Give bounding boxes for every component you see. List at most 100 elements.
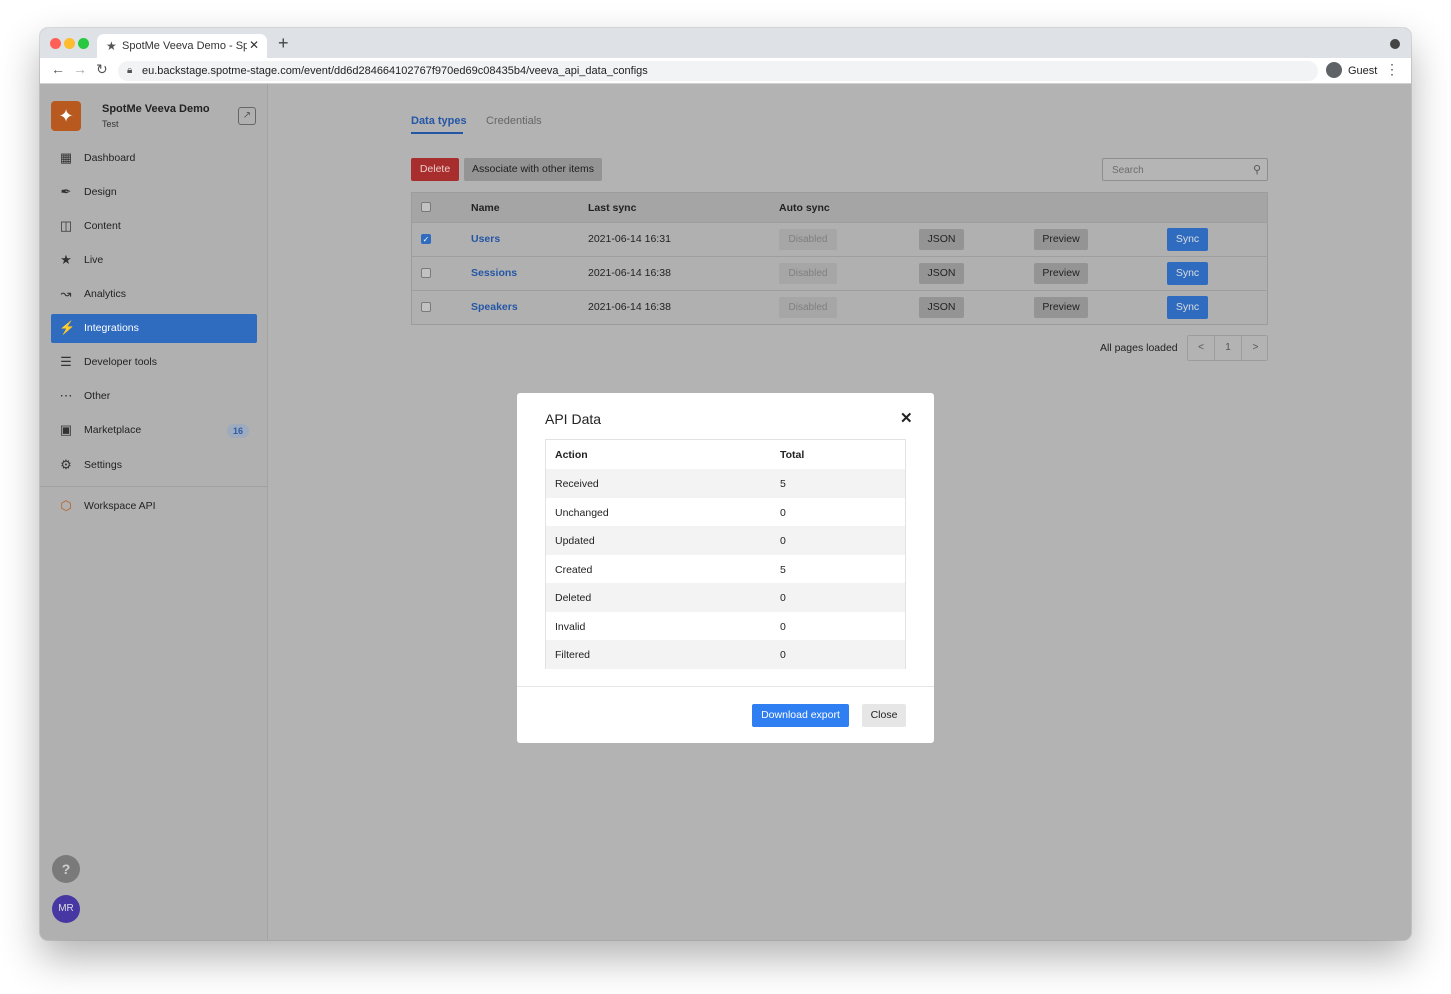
browser-menu-icon[interactable]: ⋮ [1385,61,1399,78]
json-button[interactable]: JSON [919,229,964,250]
total-cell: 5 [780,563,786,576]
delete-button[interactable]: Delete [411,158,459,181]
sync-button[interactable]: Sync [1167,296,1208,319]
close-window-light[interactable] [50,38,61,49]
prev-page-button[interactable]: < [1188,336,1215,360]
tab-credentials[interactable]: Credentials [486,115,542,127]
sidebar-item-integrations[interactable]: ⚡ Integrations [51,314,257,343]
address-bar-url: eu.backstage.spotme-stage.com/event/dd6d… [142,65,648,77]
maximize-window-light[interactable] [78,38,89,49]
close-tab-icon[interactable]: ✕ [249,38,259,52]
sync-button[interactable]: Sync [1167,262,1208,285]
active-tab-underline [411,132,463,134]
lock-icon: 🔒︎ [127,65,133,76]
sidebar-item-label: Dashboard [84,152,136,164]
current-page-button[interactable]: 1 [1215,336,1242,360]
sidebar-item-label: Settings [84,459,122,471]
sidebar-item-other[interactable]: ⋯ Other [51,382,257,411]
table-row: Received 5 [546,469,905,498]
download-export-button[interactable]: Download export [752,704,849,727]
user-avatar[interactable]: MR [52,895,80,923]
modal-footer-divider [517,686,934,687]
json-button[interactable]: JSON [919,263,964,284]
row-name-link[interactable]: Users [471,233,500,245]
extension-icon[interactable] [1390,39,1400,49]
preview-button[interactable]: Preview [1034,263,1088,284]
favicon-icon: ★ [106,39,117,53]
table-row: Invalid 0 [546,612,905,641]
preview-button[interactable]: Preview [1034,297,1088,318]
browser-window: ★ SpotMe Veeva Demo - SpotMe ✕ + ← → ↻ 🔒… [40,28,1411,940]
open-external-icon[interactable]: ↗ [238,107,256,125]
sidebar-item-content[interactable]: ◫ Content [51,212,257,241]
json-button[interactable]: JSON [919,297,964,318]
plug-icon: ⚡ [59,320,76,335]
sidebar-item-workspace-api[interactable]: ⬡ Workspace API [51,492,257,521]
table-row: Updated 0 [546,526,905,555]
auto-sync-disabled-button[interactable]: Disabled [779,229,837,250]
select-all-checkbox[interactable] [421,202,431,212]
row-checkbox[interactable] [421,268,431,278]
total-cell: 0 [780,535,786,547]
modal-title: API Data [545,411,602,427]
row-name-link[interactable]: Speakers [471,301,518,313]
row-checkbox[interactable]: ✓ [421,234,431,244]
sidebar-item-settings[interactable]: ⚙ Settings [51,451,257,480]
table-row: Filtered 0 [546,640,905,669]
content-icon: ◫ [59,218,73,233]
sidebar-item-design[interactable]: ✒ Design [51,178,257,207]
reload-icon[interactable]: ↻ [96,61,108,78]
row-last-sync: 2021-06-14 16:31 [588,233,671,245]
total-cell: 0 [780,592,786,604]
sync-button[interactable]: Sync [1167,228,1208,251]
sidebar-item-live[interactable]: ★ Live [51,246,257,275]
next-page-button[interactable]: > [1242,336,1269,360]
sidebar-item-label: Workspace API [84,500,156,512]
event-logo[interactable]: ✦ [51,101,81,131]
column-header-last-sync: Last sync [588,202,637,214]
close-button[interactable]: Close [862,704,906,727]
minimize-window-light[interactable] [64,38,75,49]
table-header: Name Last sync Auto sync [412,193,1267,222]
sidebar-item-analytics[interactable]: ↝ Analytics [51,280,257,309]
browser-tab[interactable]: ★ SpotMe Veeva Demo - SpotMe ✕ [97,34,267,58]
column-header-auto-sync: Auto sync [779,202,830,214]
column-header-total: Total [780,449,805,461]
action-cell: Deleted [555,592,592,604]
sidebar-item-label: Marketplace [84,424,142,436]
table-header: Action Total [546,440,905,469]
forward-arrow-icon[interactable]: → [73,61,87,77]
gear-icon: ⚙ [60,457,72,472]
action-cell: Updated [555,535,595,547]
data-types-table: Name Last sync Auto sync ✓ Users 2021-06… [411,192,1268,325]
table-row: Sessions 2021-06-14 16:38 Disabled JSON … [412,256,1267,290]
tab-data-types[interactable]: Data types [411,115,467,127]
sidebar-item-marketplace[interactable]: ▣ Marketplace 16 [51,416,257,445]
search-input[interactable]: Search ⚲ [1102,158,1268,181]
back-arrow-icon[interactable]: ← [51,61,65,77]
browser-toolbar: ← → ↻ 🔒︎ eu.backstage.spotme-stage.com/e… [40,58,1411,84]
sidebar: ✦ SpotMe Veeva Demo Test ↗ ▦ Dashboard ✒… [40,84,268,940]
new-tab-button[interactable]: + [278,33,289,54]
associate-button[interactable]: Associate with other items [464,158,602,181]
row-last-sync: 2021-06-14 16:38 [588,301,671,313]
marketplace-icon: ▣ [59,422,73,437]
help-icon[interactable]: ? [52,855,80,883]
action-cell: Received [555,478,599,490]
table-row: Created 5 [546,555,905,584]
table-row: Deleted 0 [546,583,905,612]
close-icon[interactable]: ✕ [900,409,913,427]
preview-button[interactable]: Preview [1034,229,1088,250]
auto-sync-disabled-button[interactable]: Disabled [779,297,837,318]
table-row: Speakers 2021-06-14 16:38 Disabled JSON … [412,290,1267,324]
sidebar-item-label: Analytics [84,288,127,300]
auto-sync-disabled-button[interactable]: Disabled [779,263,837,284]
row-name-link[interactable]: Sessions [471,267,517,279]
sidebar-item-dashboard[interactable]: ▦ Dashboard [51,144,257,173]
row-checkbox[interactable] [421,302,431,312]
total-cell: 0 [780,620,786,633]
sidebar-item-developer-tools[interactable]: ☰ Developer tools [51,348,257,377]
address-bar[interactable]: 🔒︎ eu.backstage.spotme-stage.com/event/d… [118,61,1318,81]
pages-loaded-label: All pages loaded [1100,342,1178,354]
sidebar-item-label: Other [84,390,111,402]
